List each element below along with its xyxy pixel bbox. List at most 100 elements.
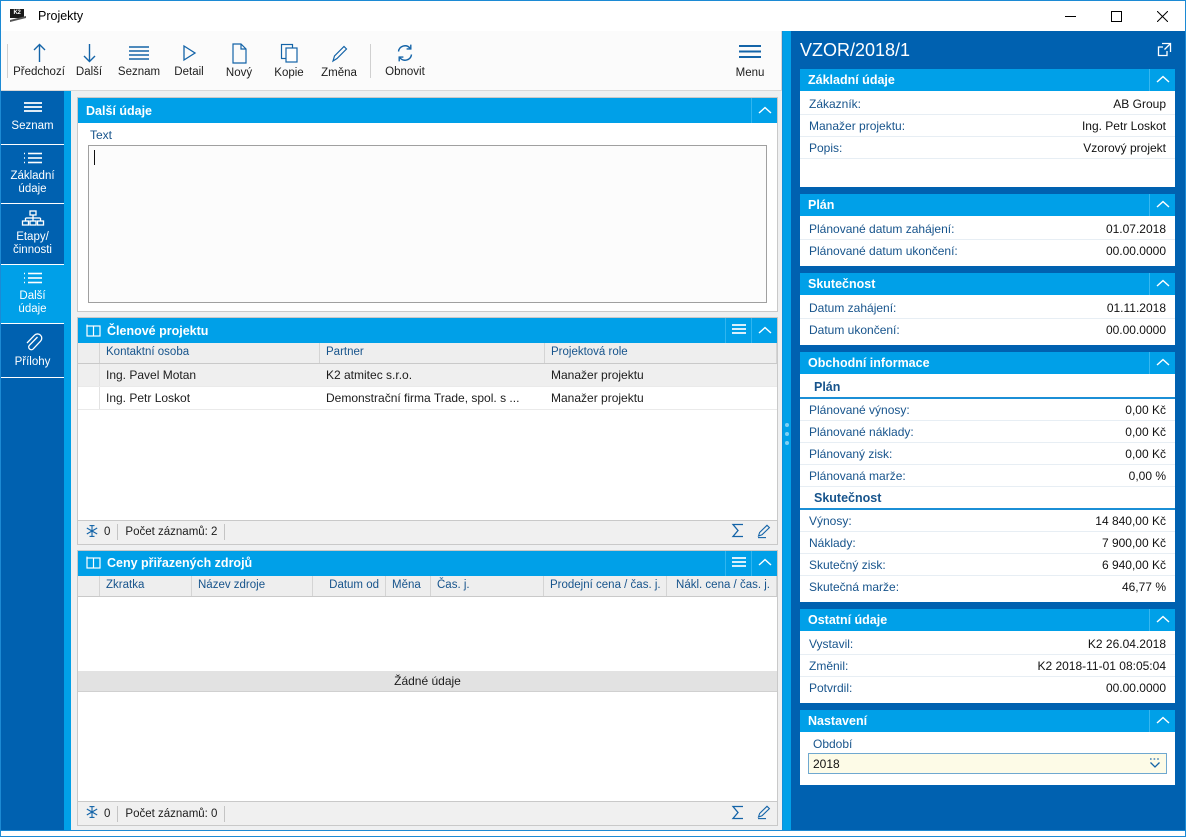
panel-menu-button[interactable] [725, 318, 751, 343]
toolbar-button-refresh[interactable]: Obnovit [377, 33, 433, 89]
cell-partner: Demonstrační firma Trade, spol. s ... [326, 391, 520, 405]
toolbar-button-copy[interactable]: Kopie [264, 33, 314, 89]
panel-menu-button[interactable] [725, 550, 751, 576]
collapse-button[interactable] [1149, 273, 1175, 295]
card-header: Nastavení [800, 710, 1175, 732]
field-label: Plánované náklady: [809, 424, 914, 439]
text-input[interactable] [88, 145, 767, 303]
field-label: Náklady: [809, 535, 856, 550]
column-header[interactable]: Projektová role [545, 343, 777, 363]
toolbar-menu-button[interactable]: Menu [723, 33, 777, 89]
column-header[interactable]: Kontaktní osoba [100, 343, 320, 363]
cell-partner: K2 atmitec s.r.o. [326, 368, 413, 382]
collapse-button[interactable] [1149, 710, 1175, 732]
sidebar-item-etapy-cinnosti[interactable]: Etapy/ činnosti [1, 204, 64, 265]
table-row[interactable]: Ing. Pavel Motan K2 atmitec s.r.o. Manaž… [78, 364, 777, 387]
field-value: 0,00 Kč [1125, 424, 1166, 439]
card-ostatni-udaje: Ostatní údaje Vystavil: K2 26.04.2018 Zm… [800, 609, 1175, 703]
text-caret [94, 150, 95, 165]
card-plan: Plán Plánované datum zahájení: 01.07.201… [800, 194, 1175, 266]
panel-header: Členové projektu [78, 318, 777, 343]
org-tree-icon [21, 210, 45, 227]
close-button[interactable] [1139, 1, 1185, 31]
collapse-button[interactable] [1149, 352, 1175, 374]
field-value: Ing. Petr Loskot [1081, 118, 1166, 133]
collapse-button[interactable] [751, 98, 777, 123]
grid-footer: 0 Počet záznamů: 2 [78, 519, 777, 544]
field-row: Plánované datum ukončení: 00.00.0000 [800, 240, 1175, 262]
minimize-button[interactable] [1047, 1, 1093, 31]
collapse-button[interactable] [1149, 69, 1175, 91]
detail-panel: VZOR/2018/1 Základní údaje Zákazník: AB … [783, 31, 1185, 830]
detail-title: VZOR/2018/1 [800, 39, 911, 60]
grid-header: Kontaktní osoba Partner Projektová role [78, 343, 777, 364]
field-label: Plánovaný zisk: [809, 446, 893, 461]
edit-button[interactable] [751, 521, 777, 544]
book-icon [86, 556, 101, 570]
panel-title: Členové projektu [107, 323, 209, 338]
arrow-up-icon [31, 43, 48, 63]
field-value: 46,77 % [1121, 580, 1166, 594]
chevron-up-icon [758, 556, 772, 570]
field-value: 0,00 Kč [1125, 446, 1166, 461]
chevron-up-icon [758, 104, 772, 118]
card-header: Plán [800, 194, 1175, 216]
card-body: Zákazník: AB Group Manažer projektu: Ing… [800, 91, 1175, 187]
sum-button[interactable] [725, 802, 751, 825]
collapse-button[interactable] [1149, 194, 1175, 216]
toolbar-button-new[interactable]: Nový [214, 33, 264, 89]
sidebar-item-seznam[interactable]: Seznam [1, 91, 64, 145]
field-value: 7 900,00 Kč [1101, 535, 1166, 550]
column-header[interactable]: Název zdroje [192, 575, 313, 596]
pencil-icon [330, 43, 349, 64]
field-row: Vystavil: K2 26.04.2018 [800, 633, 1175, 655]
toolbar-button-change[interactable]: Změna [314, 33, 364, 89]
obdobi-label: Období [813, 737, 853, 751]
footer-divider [224, 805, 226, 822]
field-row: Skutečná marže: 46,77 % [800, 576, 1175, 598]
table-row[interactable]: Ing. Petr Loskot Demonstrační firma Trad… [78, 387, 777, 410]
sum-button[interactable] [725, 521, 751, 544]
column-header[interactable]: Prodejní cena / čas. j. [544, 575, 667, 596]
card-skutecnost: Skutečnost Datum zahájení: 01.11.2018 Da… [800, 273, 1175, 345]
sidebar-item-zakladni-udaje[interactable]: Základní údaje [1, 145, 64, 204]
row-gutter [78, 364, 100, 386]
toolbar-button-previous[interactable]: Předchozí [13, 33, 65, 89]
field-row: Datum ukončení: 00.00.0000 [800, 319, 1175, 341]
toolbar-button-list[interactable]: Seznam [114, 33, 164, 89]
maximize-button[interactable] [1093, 1, 1139, 31]
toolbar-button-label: Další [75, 66, 103, 78]
column-header[interactable]: Partner [320, 343, 545, 363]
column-header[interactable]: Nákl. cena / čas. j. [667, 575, 777, 596]
field-label: Skutečná marže: [809, 580, 900, 594]
column-header[interactable]: Čas. j. [431, 575, 544, 596]
edit-button[interactable] [751, 802, 777, 825]
collapse-button[interactable] [1149, 609, 1175, 631]
pencil-icon [756, 804, 772, 823]
open-external-button[interactable] [1157, 41, 1172, 62]
column-header[interactable]: Zkratka [100, 575, 192, 596]
sidebar-item-prilohy[interactable]: Přílohy [1, 324, 64, 378]
field-row: Popis: Vzorový projekt [800, 137, 1175, 159]
column-header[interactable]: Měna [386, 575, 431, 596]
card-header: Ostatní údaje [800, 609, 1175, 631]
field-label: Datum ukončení: [809, 323, 900, 337]
grid-empty-space [78, 597, 777, 671]
detail-scroll-area[interactable]: Základní údaje Zákazník: AB Group Manaže… [791, 69, 1185, 830]
filter-indicator[interactable]: 0 [78, 802, 117, 825]
filter-indicator[interactable]: 0 [78, 521, 117, 544]
column-header[interactable]: Datum od [313, 575, 386, 596]
toolbar-button-next[interactable]: Další [64, 33, 114, 89]
collapse-button[interactable] [751, 318, 777, 343]
sigma-icon [731, 805, 745, 823]
panel-splitter[interactable] [783, 31, 791, 830]
field-value: 00.00.0000 [1105, 244, 1166, 258]
panel-tools [725, 550, 777, 576]
field-label: Výnosy: [809, 513, 852, 528]
toolbar-button-detail[interactable]: Detail [164, 33, 214, 89]
panel-tools [725, 318, 777, 343]
main-row: Seznam Základní údaje Etapy/ činnosti Da… [1, 91, 782, 830]
sidebar-item-dalsi-udaje[interactable]: Další údaje [1, 265, 64, 324]
collapse-button[interactable] [751, 550, 777, 576]
obdobi-select[interactable]: 2018 [808, 753, 1167, 774]
